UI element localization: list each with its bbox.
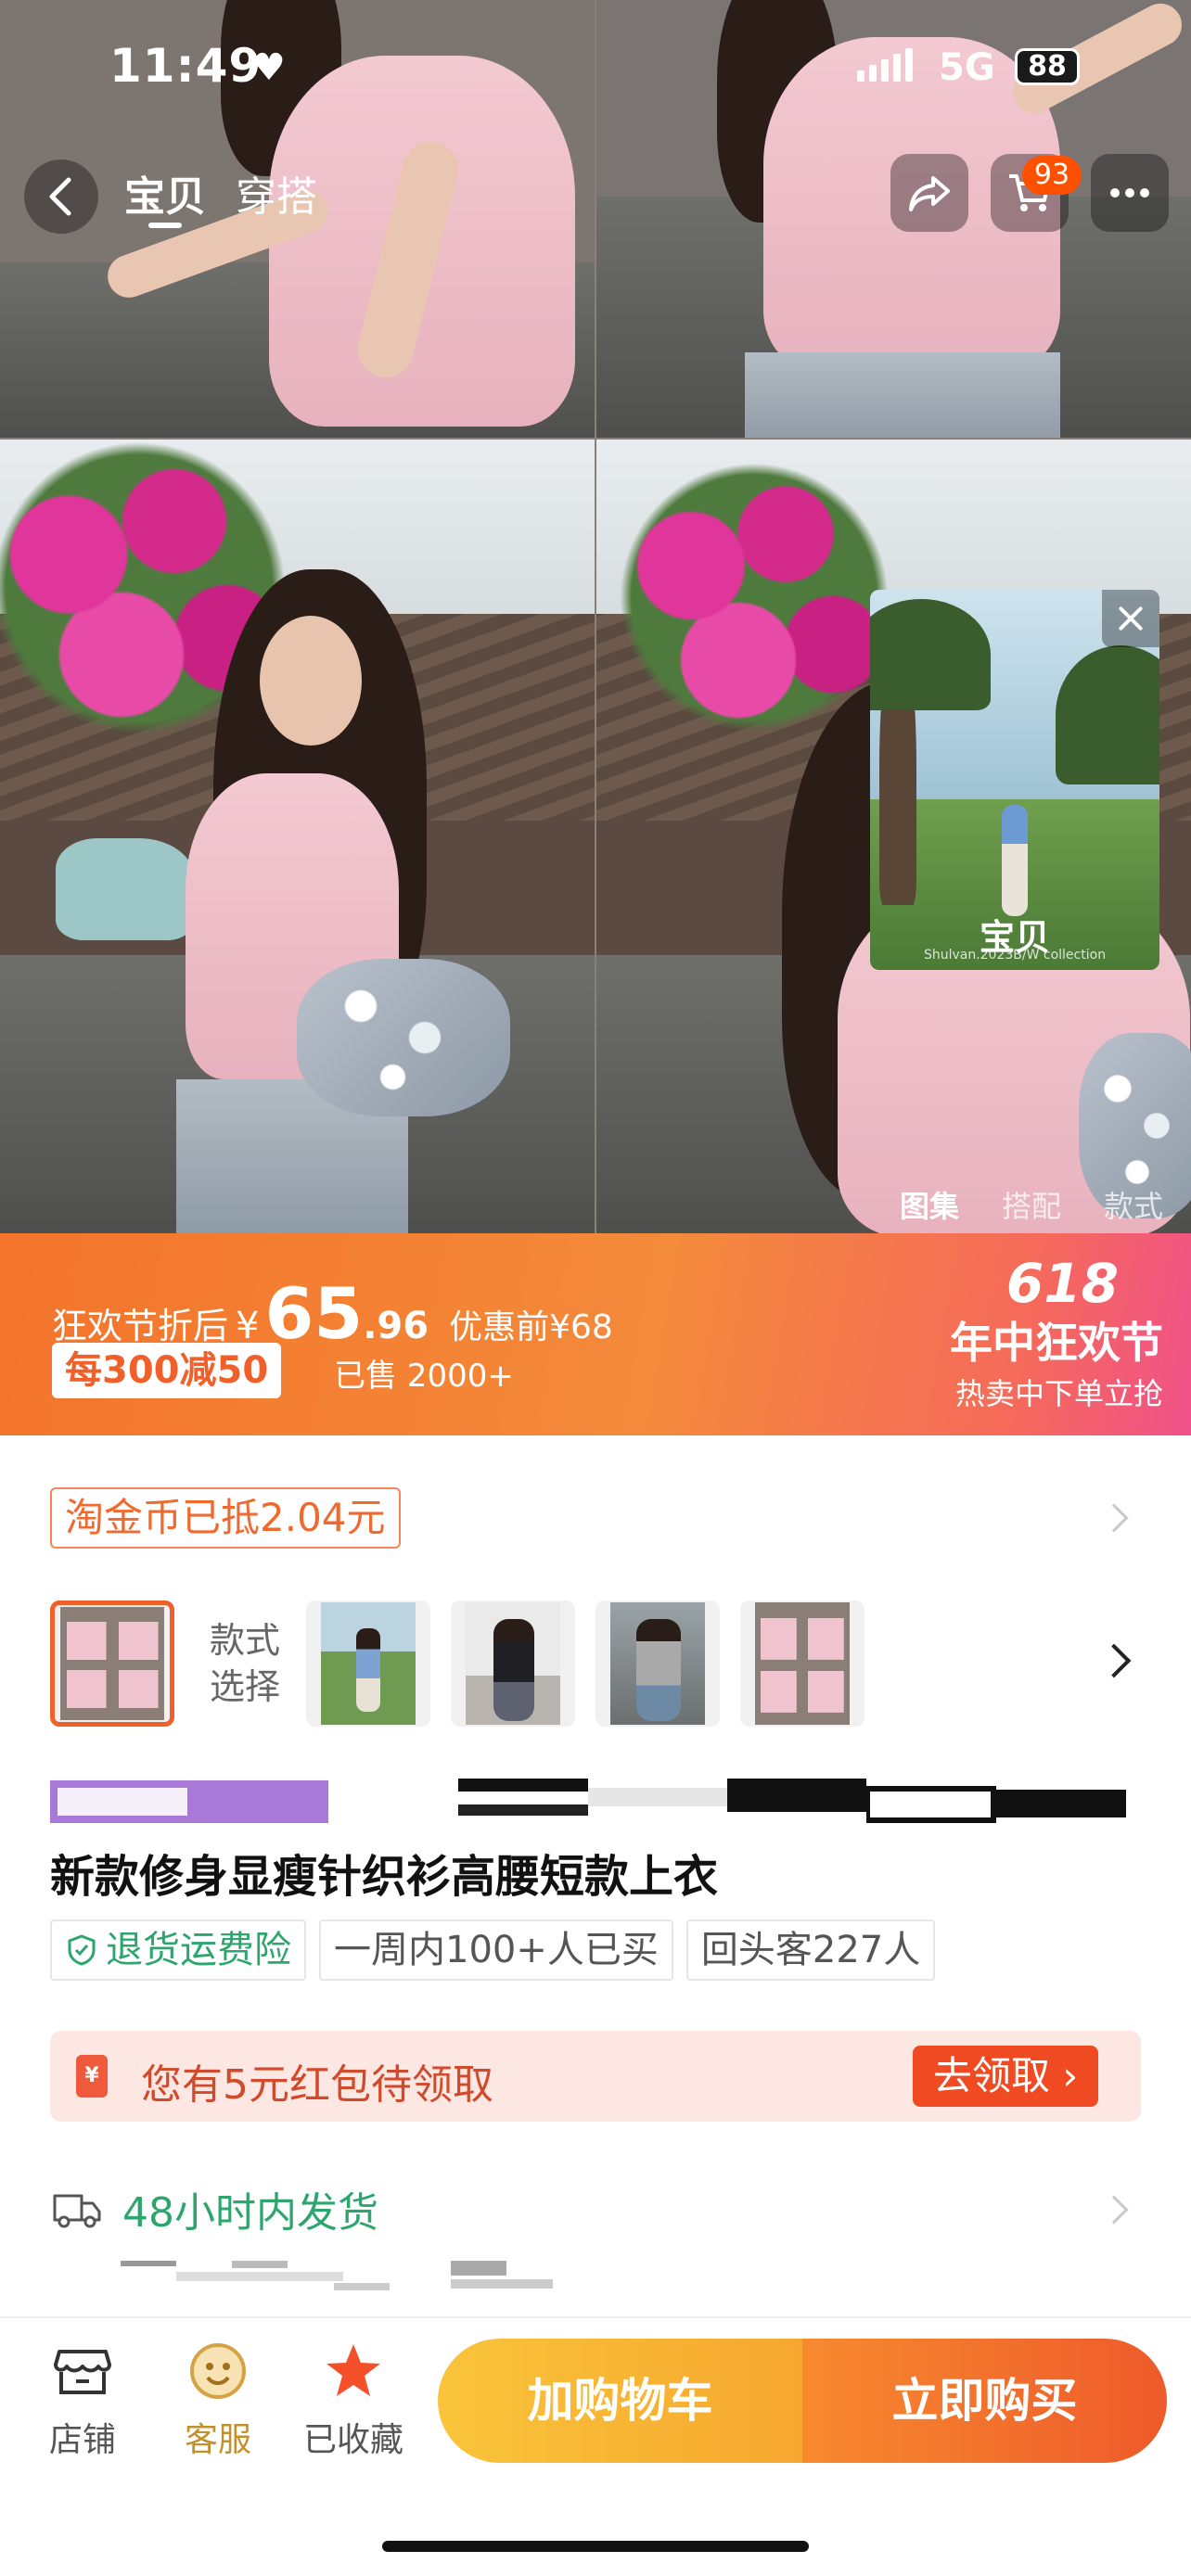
chevron-right-icon[interactable] — [1099, 1503, 1129, 1533]
event-slogan: 热卖中下单立抢 — [954, 1376, 1163, 1411]
signal-icon — [857, 48, 913, 82]
red-packet-row[interactable]: 您有5元红包待领取 去领取 › — [50, 2031, 1141, 2122]
service-tags: 退货运费险 一周内100+人已买 回头客227人 — [50, 1919, 936, 1981]
star-icon — [327, 2344, 380, 2396]
gallery-tabs: 图集 搭配 款式 — [900, 1183, 1163, 1226]
redacted-shipping-line — [121, 2261, 553, 2290]
cart-count-badge: 93 — [1022, 156, 1082, 195]
price-label: 狂欢节折后 — [52, 1306, 229, 1346]
gallery-tab-match[interactable]: 搭配 — [1002, 1183, 1061, 1226]
more-button[interactable] — [1091, 154, 1169, 232]
shipping-chevron-icon[interactable] — [1099, 2195, 1129, 2225]
tab-outfit[interactable]: 穿搭 — [236, 163, 317, 223]
video-caption: Shulvan.2023B/W collection — [923, 948, 1107, 963]
tag-weekly-buyers[interactable]: 一周内100+人已买 — [319, 1919, 673, 1981]
bottom-action-bar: 店铺 客服 已收藏 加购物车 立即购买 — [0, 2316, 1191, 2576]
add-to-cart-button[interactable]: 加购物车 — [438, 2339, 802, 2463]
gallery-tab-style[interactable]: 款式 — [1104, 1183, 1163, 1226]
back-button[interactable] — [24, 159, 98, 234]
tag-return-insurance[interactable]: 退货运费险 — [50, 1919, 306, 1981]
service-icon — [190, 2343, 246, 2399]
product-detail-page: 11:49 ♥ 5G 88 宝贝 穿搭 93 宝贝 Shulvan.2023B/… — [0, 0, 1191, 2576]
event-number: 618 — [1005, 1252, 1119, 1315]
status-time: 11:49 — [109, 39, 263, 93]
currency-symbol: ¥ — [236, 1305, 260, 1347]
shop-button[interactable]: 店铺 — [22, 2339, 143, 2461]
chevron-left-icon — [49, 177, 71, 216]
share-button[interactable] — [890, 154, 968, 232]
heart-icon: ♥ — [252, 46, 286, 89]
claim-button[interactable]: 去领取 › — [913, 2046, 1099, 2107]
original-price: 优惠前¥68 — [449, 1308, 613, 1346]
more-icon — [1110, 188, 1149, 198]
price-integer: 65 — [264, 1272, 364, 1355]
style-thumb-5[interactable] — [740, 1600, 864, 1727]
red-packet-text: 您有5元红包待领取 — [141, 2061, 493, 2109]
coins-discount-tag[interactable]: 淘金币已抵2.04元 — [50, 1487, 401, 1549]
gallery-tab-album[interactable]: 图集 — [900, 1183, 959, 1226]
style-selector: 款式 选择 — [50, 1600, 1145, 1727]
style-thumb-1[interactable] — [50, 1600, 174, 1727]
shipping-text: 48小时内发货 — [122, 2189, 378, 2237]
red-packet-icon — [76, 2055, 108, 2098]
close-video-button[interactable] — [1102, 590, 1159, 647]
sold-count: 已售 2000+ — [334, 1358, 514, 1395]
product-image-gallery[interactable]: 11:49 ♥ 5G 88 宝贝 穿搭 93 宝贝 Shulvan.2023B/… — [0, 0, 1191, 1233]
purchase-buttons: 加购物车 立即购买 — [438, 2339, 1167, 2463]
share-icon — [909, 176, 950, 211]
product-title: 新款修身显瘦针织衫高腰短款上衣 — [50, 1851, 719, 1903]
style-select-label: 款式 选择 — [209, 1620, 280, 1707]
truck-icon — [53, 2194, 101, 2228]
shield-check-icon — [68, 1934, 96, 1966]
price-decimal: .96 — [363, 1305, 429, 1347]
redacted-title-line — [50, 1779, 1126, 1823]
event-title: 年中狂欢节 — [950, 1318, 1163, 1368]
tab-underline — [148, 223, 182, 228]
favorite-button[interactable]: 已收藏 — [293, 2339, 414, 2461]
style-thumb-2[interactable] — [306, 1600, 430, 1727]
store-icon — [54, 2350, 111, 2394]
style-thumb-3[interactable] — [451, 1600, 575, 1727]
customer-service-button[interactable]: 客服 — [158, 2339, 278, 2461]
battery-icon: 88 — [1015, 48, 1080, 85]
promo-price-banner: 狂欢节折后 ¥ 65 .96 优惠前¥68 每300减50 已售 2000+ 6… — [0, 1233, 1191, 1435]
buy-now-button[interactable]: 立即购买 — [802, 2339, 1167, 2463]
tab-product[interactable]: 宝贝 — [124, 163, 206, 223]
home-indicator[interactable] — [382, 2541, 809, 2552]
style-thumb-4[interactable] — [596, 1600, 720, 1727]
tag-repeat-customers[interactable]: 回头客227人 — [685, 1919, 936, 1981]
coupon-badge: 每300减50 — [52, 1343, 282, 1398]
network-label: 5G — [939, 46, 995, 89]
gallery-photo-3 — [0, 440, 595, 1233]
